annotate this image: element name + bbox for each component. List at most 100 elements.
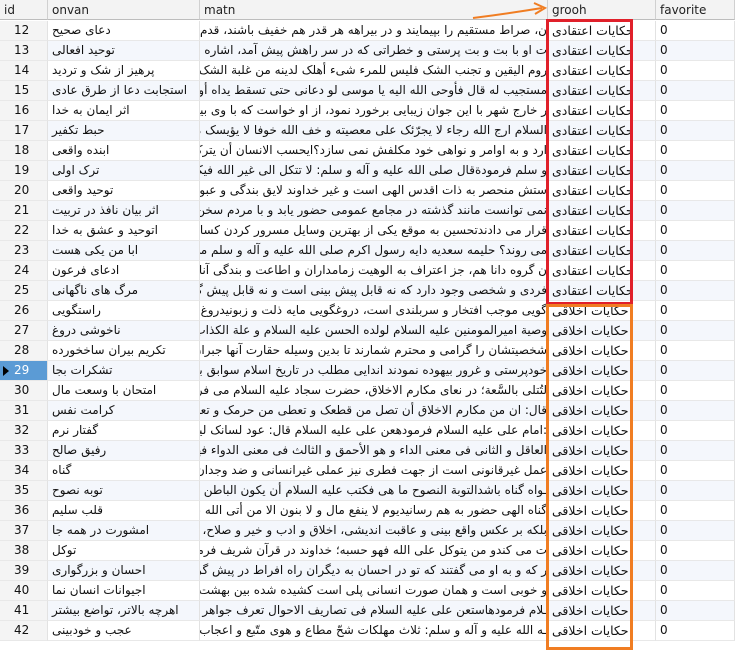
cell-onvan[interactable]: گفتار نرم [48, 421, 200, 441]
cell-grooh[interactable]: حکایات اعتقادی [548, 81, 656, 101]
table-row[interactable]: 14 پرهیز از شک و تردید روم الیقین و تجنب ا… [0, 61, 735, 81]
cell-grooh[interactable]: حکایات اخلاقی [548, 361, 656, 381]
cell-onvan[interactable]: ادعای فرعون [48, 261, 200, 281]
cell-favorite[interactable]: 0 [656, 501, 735, 521]
table-row[interactable]: 17 حبط تکفیر السلام ارج الله رجاء لا یجرّئ… [0, 121, 735, 141]
cell-onvan[interactable]: گناه [48, 461, 200, 481]
cell-grooh[interactable]: حکایات اخلاقی [548, 561, 656, 581]
cell-onvan[interactable]: قلب سلیم [48, 501, 200, 521]
table-row[interactable]: 27 ناخوشی دروغ وصیة امیرالمومنین علیه السل… [0, 321, 735, 341]
cell-id[interactable]: 30 [0, 381, 48, 401]
cell-id[interactable]: 40 [0, 581, 48, 601]
cell-favorite[interactable]: 0 [656, 441, 735, 461]
table-row[interactable]: 33 رفیق صالح العاقل و الثانی فی معنی الداء… [0, 441, 735, 461]
cell-favorite[interactable]: 0 [656, 261, 735, 281]
table-row[interactable]: 37 امشورت در همه جا بلکه بر عکس واقع بینی … [0, 521, 735, 541]
cell-matn[interactable]: وصیة امیرالمومنین علیه السلام لولده الحس… [200, 321, 548, 341]
cell-favorite[interactable]: 0 [656, 241, 735, 261]
cell-onvan[interactable]: توحید افعالی [48, 41, 200, 61]
table-row[interactable]: 29 تشکرات بجا خودپرستی و غرور بیهوده نمودن… [0, 361, 735, 381]
cell-favorite[interactable]: 0 [656, 421, 735, 441]
cell-id[interactable]: 33 [0, 441, 48, 461]
table-row[interactable]: 40 اجیوانات انسان نما و خوبی است و همان صو… [0, 581, 735, 601]
cell-onvan[interactable]: ناخوشی دروغ [48, 321, 200, 341]
cell-grooh[interactable]: حکایات اخلاقی [548, 541, 656, 561]
cell-favorite[interactable]: 0 [656, 561, 735, 581]
cell-matn[interactable]: قال: ان من مکارم الاخلاق أن تصل من قطعک … [200, 401, 548, 421]
cell-id[interactable]: 27 [0, 321, 48, 341]
table-row[interactable]: 20 توحید واقعی ستش منحصر به ذات اقدس الهی … [0, 181, 735, 201]
cell-grooh[interactable]: حکایات اخلاقی [548, 621, 656, 641]
cell-id[interactable]: 16 [0, 101, 48, 121]
table-row[interactable]: 41 اهرچه بالاتر، تواضع بیشتر ـلام فرمودهاس… [0, 601, 735, 621]
cell-onvan[interactable]: ترک اولی [48, 161, 200, 181]
cell-favorite[interactable]: 0 [656, 61, 735, 81]
cell-matn[interactable]: مستجیب له قال فأوحی الله الیه یا موسی لو… [200, 81, 548, 101]
table-row[interactable]: 23 ابا من یکی هست می روند؟ حلیمه سعدیه دای… [0, 241, 735, 261]
column-header-id[interactable]: id [0, 0, 48, 20]
cell-favorite[interactable]: 0 [656, 81, 735, 101]
cell-matn[interactable]: ن، صراط مستقیم را بپیمایند و در بیراهه ه… [200, 21, 548, 41]
cell-favorite[interactable]: 0 [656, 581, 735, 601]
cell-onvan[interactable]: ابنده واقعی [48, 141, 200, 161]
cell-favorite[interactable]: 0 [656, 21, 735, 41]
cell-id[interactable]: 18 [0, 141, 48, 161]
cell-matn[interactable]: گناه الهی حضور به هم رسانیدیوم لا ینفع م… [200, 501, 548, 521]
cell-id[interactable]: 34 [0, 461, 48, 481]
cell-favorite[interactable]: 0 [656, 301, 735, 321]
cell-matn[interactable]: ر خارج شهر با این جوان زیبایی برخورد نمو… [200, 101, 548, 121]
cell-onvan[interactable]: عجب و خودبینی [48, 621, 200, 641]
cell-matn[interactable]: ت او با بت و بت پرستی و خطراتی که در سر … [200, 41, 548, 61]
cell-favorite[interactable]: 0 [656, 161, 735, 181]
table-row[interactable]: 24 ادعای فرعون ن گروه دانا هم، جز اعتراف ب… [0, 261, 735, 281]
table-row[interactable]: 34 گناه عمل غیرقانونی است از جهت فطری نیز … [0, 461, 735, 481]
cell-id[interactable]: 12 [0, 21, 48, 41]
cell-grooh[interactable]: حکایات اخلاقی [548, 321, 656, 341]
cell-id[interactable]: 25 [0, 281, 48, 301]
cell-id[interactable]: 19 [0, 161, 48, 181]
cell-grooh[interactable]: حکایات اعتقادی [548, 241, 656, 261]
cell-onvan[interactable]: توبه نصوح [48, 481, 200, 501]
cell-matn[interactable]: عمل غیرقانونی است از جهت فطری نیز عملی غ… [200, 461, 548, 481]
cell-matn[interactable]: و سلم فرمودةقال صلی الله علیه و آله و سل… [200, 161, 548, 181]
cell-favorite[interactable]: 0 [656, 341, 735, 361]
cell-grooh[interactable]: حکایات اخلاقی [548, 501, 656, 521]
cell-matn[interactable]: شخصیتشان را گرامی و محترم شمارند تا بدین… [200, 341, 548, 361]
cell-id[interactable]: 42 [0, 621, 48, 641]
table-row[interactable]: 18 ابنده واقعی ارد و به اوامر و نواهی خود … [0, 141, 735, 161]
cell-onvan[interactable]: تشکرات بجا [48, 361, 200, 381]
cell-matn[interactable]: ر که و به او می گفتند که تو در احسان به … [200, 561, 548, 581]
table-row[interactable]: 31 کرامت نفس قال: ان من مکارم الاخلاق أن ت… [0, 401, 735, 421]
cell-favorite[interactable]: 0 [656, 381, 735, 401]
cell-id[interactable]: 24 [0, 261, 48, 281]
cell-matn[interactable]: فردی و شخصی وجود دارد که نه قابل پیش بین… [200, 281, 548, 301]
cell-id[interactable]: 36 [0, 501, 48, 521]
cell-grooh[interactable]: حکایات اخلاقی [548, 481, 656, 501]
cell-grooh[interactable]: حکایات اعتقادی [548, 181, 656, 201]
cell-matn[interactable]: ارد و به اوامر و نواهی خود مکلفش نمی ساز… [200, 141, 548, 161]
cell-grooh[interactable]: حکایات اخلاقی [548, 401, 656, 421]
cell-id[interactable]: 15 [0, 81, 48, 101]
cell-matn[interactable]: و خوبی است و همان صورت انسانی پلی است کش… [200, 581, 548, 601]
cell-grooh[interactable]: حکایات اخلاقی [548, 461, 656, 481]
cell-id[interactable]: 23 [0, 241, 48, 261]
cell-onvan[interactable]: توحید واقعی [48, 181, 200, 201]
cell-matn[interactable]: ت می کندو من یتوکل علی الله فهو حسبه؛ خد… [200, 541, 548, 561]
table-row[interactable]: 42 عجب و خودبینی ـه الله علیه و آله و سلم:… [0, 621, 735, 641]
table-row[interactable]: 12 دعای صحیح ن، صراط مستقیم را بپیمایند و … [0, 21, 735, 41]
table-row[interactable]: 30 امتحان با وسعت مال لتُتلی بالسَّعة؛ در … [0, 381, 735, 401]
table-row[interactable]: 19 ترک اولی و سلم فرمودةقال صلی الله علیه … [0, 161, 735, 181]
cell-matn[interactable]: لتُتلی بالسَّعة؛ در نعاى مکارم الاخلاق، … [200, 381, 548, 401]
cell-id[interactable]: 38 [0, 541, 48, 561]
cell-id[interactable]: 31 [0, 401, 48, 421]
cell-matn[interactable]: نمی توانست مانند گذشته در مجامع عمومی حض… [200, 201, 548, 221]
table-row[interactable]: 38 توکل ت می کندو من یتوکل علی الله فهو حس… [0, 541, 735, 561]
table-row[interactable]: 26 راستگویی گویی موجب افتخار و سربلندی است… [0, 301, 735, 321]
table-row[interactable]: 25 مرگ های ناگهانی فردی و شخصی وجود دارد ک… [0, 281, 735, 301]
cell-grooh[interactable]: حکایات اعتقادی [548, 41, 656, 61]
cell-onvan[interactable]: تکریم بیران ساخخورده [48, 341, 200, 361]
cell-onvan[interactable]: کرامت نفس [48, 401, 200, 421]
cell-id[interactable]: 39 [0, 561, 48, 581]
table-row[interactable]: 15 استجابت دعا از طرق عادی مستجیب له قال ف… [0, 81, 735, 101]
cell-id[interactable]: 20 [0, 181, 48, 201]
